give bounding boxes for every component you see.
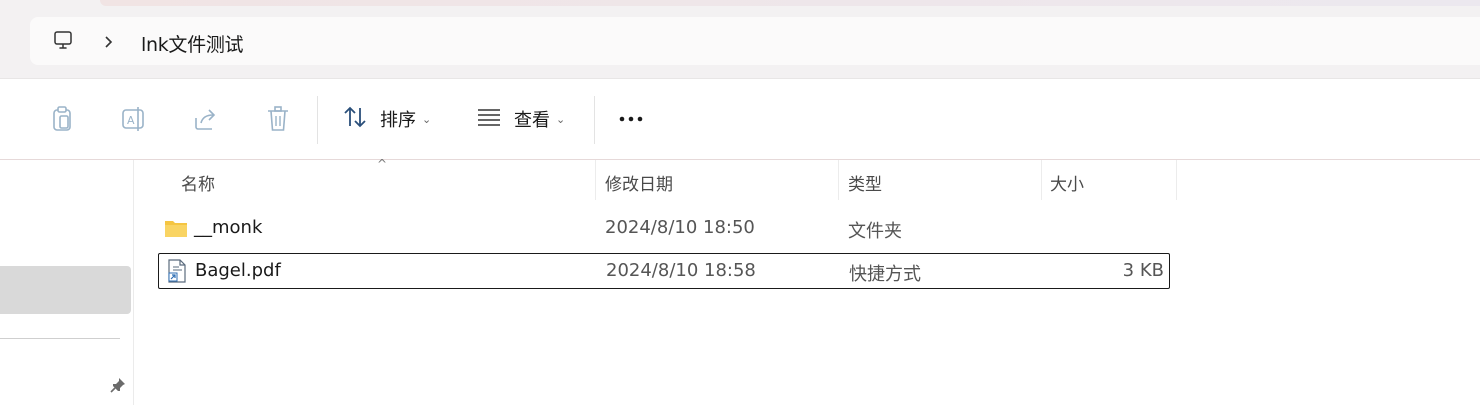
toolbar-separator: [317, 96, 318, 144]
sidebar-edge: [133, 160, 134, 405]
rename-icon[interactable]: A: [121, 104, 147, 134]
sort-ascending-icon: ^: [377, 157, 388, 171]
more-options-icon[interactable]: [618, 110, 646, 128]
column-separator[interactable]: [1041, 160, 1042, 200]
share-icon[interactable]: [193, 104, 219, 134]
sidebar-divider: [0, 338, 120, 339]
file-name: __monk: [194, 217, 263, 238]
view-list-icon: [476, 104, 502, 135]
breadcrumb-current-folder[interactable]: lnk文件测试: [141, 30, 244, 57]
breadcrumb-chevron-icon[interactable]: [103, 34, 115, 48]
file-date: 2024/8/10 18:58: [606, 260, 756, 281]
column-header-name[interactable]: 名称: [181, 170, 215, 195]
view-label: 查看: [514, 110, 550, 131]
shortcut-file-icon: [165, 259, 189, 283]
file-type: 快捷方式: [849, 264, 921, 285]
file-type: 文件夹: [848, 221, 902, 242]
file-row[interactable]: __monk 2024/8/10 18:50 文件夹: [158, 211, 1170, 247]
delete-icon[interactable]: [265, 104, 291, 134]
column-separator[interactable]: [1176, 160, 1177, 200]
this-pc-icon[interactable]: [53, 30, 73, 50]
content-top-border: [0, 159, 1480, 160]
column-header-size[interactable]: 大小: [1050, 170, 1084, 195]
file-name: Bagel.pdf: [195, 260, 281, 281]
column-separator[interactable]: [595, 160, 596, 200]
file-date: 2024/8/10 18:50: [605, 217, 755, 238]
sort-button[interactable]: 排序 ⌄: [342, 104, 431, 134]
chevron-down-icon: ⌄: [422, 112, 432, 126]
toolbar-separator: [594, 96, 595, 144]
column-separator[interactable]: [838, 160, 839, 200]
toolbar-divider: [0, 78, 1480, 79]
column-header-type[interactable]: 类型: [848, 170, 882, 195]
column-header-date[interactable]: 修改日期: [605, 170, 673, 195]
sort-icon: [342, 104, 368, 135]
tab-edge: [100, 0, 1480, 6]
sort-label: 排序: [380, 110, 416, 131]
svg-text:A: A: [127, 114, 135, 127]
copy-icon[interactable]: [49, 104, 75, 134]
file-size: 3 KB: [1122, 260, 1164, 281]
sidebar-selected-item[interactable]: [0, 266, 131, 314]
file-row[interactable]: Bagel.pdf 2024/8/10 18:58 快捷方式 3 KB: [158, 253, 1170, 289]
address-bar[interactable]: [30, 17, 1480, 65]
chevron-down-icon: ⌄: [556, 112, 566, 126]
folder-icon: [164, 216, 188, 240]
view-button[interactable]: 查看 ⌄: [476, 104, 565, 134]
pin-icon[interactable]: [109, 376, 127, 394]
